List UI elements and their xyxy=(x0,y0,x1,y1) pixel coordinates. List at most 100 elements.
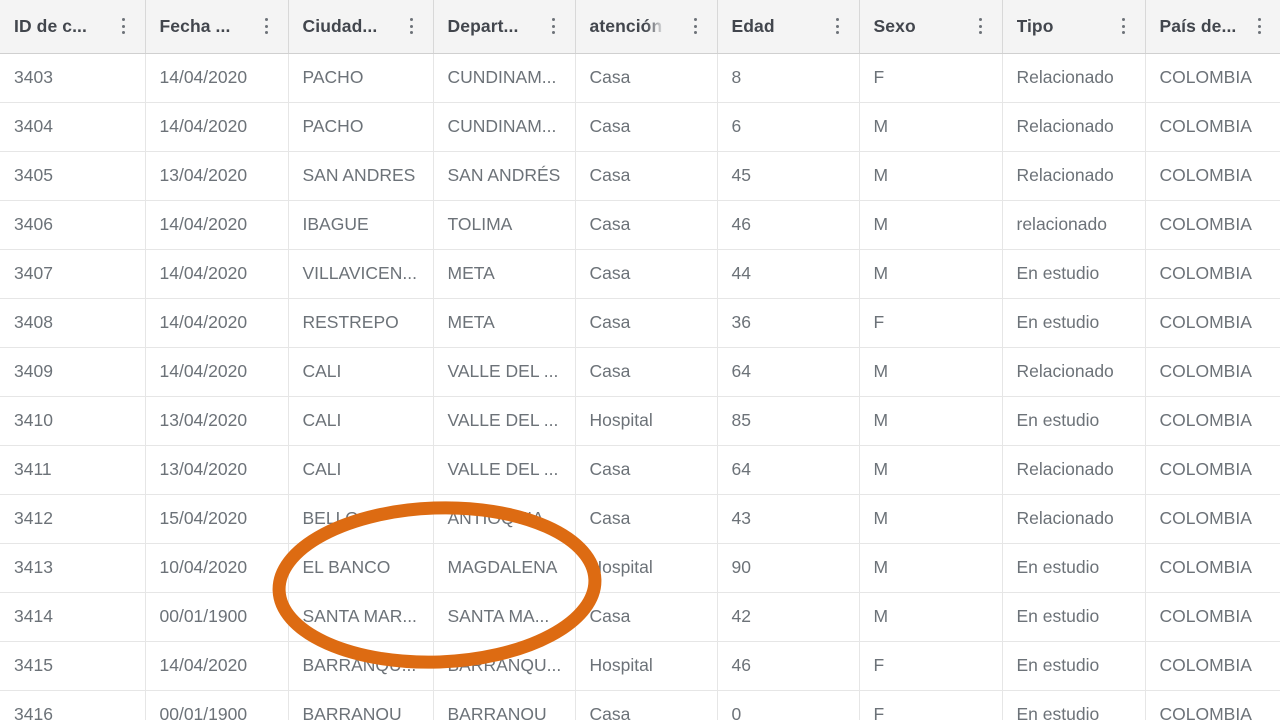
table-row[interactable]: 3409 14/04/2020 CALI VALLE DEL ... Casa 64 M Re… xyxy=(0,347,1280,397)
cell-id-de-caso[interactable]: 3415 xyxy=(0,641,146,691)
cell-edad[interactable]: 43 xyxy=(717,494,860,544)
cell-edad[interactable]: 36 xyxy=(717,298,860,348)
cell-fecha[interactable]: 14/04/2020 xyxy=(145,347,289,397)
cell-atencion[interactable]: Casa xyxy=(575,53,718,103)
cell-id-de-caso[interactable]: 3411 xyxy=(0,445,146,495)
cell-tipo[interactable]: Relacionado xyxy=(1002,53,1146,103)
cell-sexo[interactable]: F xyxy=(859,53,1003,103)
table-row[interactable]: 3403 14/04/2020 PACHO CUNDINAM... Casa 8 F Rela… xyxy=(0,53,1280,103)
cell-pais-de-procedencia[interactable]: COLOMBIA xyxy=(1145,200,1280,250)
cell-departamento[interactable]: VALLE DEL ... xyxy=(433,445,576,495)
cell-id-de-caso[interactable]: 3412 xyxy=(0,494,146,544)
cell-tipo[interactable]: En estudio xyxy=(1002,690,1146,720)
cell-id-de-caso[interactable]: 3403 xyxy=(0,53,146,103)
cell-departamento[interactable]: SANTA MA... xyxy=(433,592,576,642)
cell-tipo[interactable]: En estudio xyxy=(1002,249,1146,299)
cell-departamento[interactable]: MAGDALENA xyxy=(433,543,576,593)
table-row[interactable]: 3407 14/04/2020 VILLAVICEN... META Casa 44 M En… xyxy=(0,249,1280,299)
cell-fecha[interactable]: 13/04/2020 xyxy=(145,396,289,446)
column-edad[interactable]: Edad xyxy=(717,0,860,54)
cell-atencion[interactable]: Casa xyxy=(575,151,718,201)
cell-fecha[interactable]: 00/01/1900 xyxy=(145,690,289,720)
cell-pais-de-procedencia[interactable]: COLOMBIA xyxy=(1145,396,1280,446)
cell-edad[interactable]: 45 xyxy=(717,151,860,201)
cell-edad[interactable]: 8 xyxy=(717,53,860,103)
column-menu-kebab-icon[interactable] xyxy=(1117,17,1131,35)
cell-tipo[interactable]: En estudio xyxy=(1002,641,1146,691)
table-row[interactable]: 3416 00/01/1900 BARRANQU BARRANQU Casa 0 F En e… xyxy=(0,690,1280,720)
cell-sexo[interactable]: M xyxy=(859,249,1003,299)
cell-pais-de-procedencia[interactable]: COLOMBIA xyxy=(1145,494,1280,544)
cell-tipo[interactable]: Relacionado xyxy=(1002,151,1146,201)
column-tipo[interactable]: Tipo xyxy=(1002,0,1146,54)
cell-ciudad[interactable]: PACHO xyxy=(288,102,434,152)
column-sexo[interactable]: Sexo xyxy=(859,0,1003,54)
cell-pais-de-procedencia[interactable]: COLOMBIA xyxy=(1145,445,1280,495)
cell-id-de-caso[interactable]: 3413 xyxy=(0,543,146,593)
cell-atencion[interactable]: Casa xyxy=(575,445,718,495)
cell-sexo[interactable]: M xyxy=(859,102,1003,152)
column-fecha[interactable]: Fecha ... xyxy=(145,0,289,54)
cell-tipo[interactable]: En estudio xyxy=(1002,298,1146,348)
cell-ciudad[interactable]: BELLO xyxy=(288,494,434,544)
cell-tipo[interactable]: Relacionado xyxy=(1002,102,1146,152)
cell-atencion[interactable]: Casa xyxy=(575,592,718,642)
cell-fecha[interactable]: 14/04/2020 xyxy=(145,641,289,691)
cell-tipo[interactable]: Relacionado xyxy=(1002,494,1146,544)
cell-atencion[interactable]: Casa xyxy=(575,347,718,397)
column-atencion[interactable]: atención xyxy=(575,0,718,54)
cell-edad[interactable]: 90 xyxy=(717,543,860,593)
cell-tipo[interactable]: Relacionado xyxy=(1002,347,1146,397)
cell-atencion[interactable]: Casa xyxy=(575,298,718,348)
cell-edad[interactable]: 0 xyxy=(717,690,860,720)
cell-atencion[interactable]: Hospital xyxy=(575,396,718,446)
table-row[interactable]: 3412 15/04/2020 BELLO ANTIOQUIA Casa 43 M Relac… xyxy=(0,494,1280,544)
cell-id-de-caso[interactable]: 3408 xyxy=(0,298,146,348)
cell-sexo[interactable]: M xyxy=(859,151,1003,201)
cell-atencion[interactable]: Hospital xyxy=(575,543,718,593)
cell-ciudad[interactable]: BARRANQU... xyxy=(288,641,434,691)
cell-departamento[interactable]: CUNDINAM... xyxy=(433,102,576,152)
cell-ciudad[interactable]: SAN ANDRES xyxy=(288,151,434,201)
column-menu-kebab-icon[interactable] xyxy=(831,17,845,35)
cell-pais-de-procedencia[interactable]: COLOMBIA xyxy=(1145,151,1280,201)
cell-pais-de-procedencia[interactable]: COLOMBIA xyxy=(1145,543,1280,593)
cell-ciudad[interactable]: CALI xyxy=(288,445,434,495)
cell-ciudad[interactable]: BARRANQU xyxy=(288,690,434,720)
table-row[interactable]: 3411 13/04/2020 CALI VALLE DEL ... Casa 64 M Re… xyxy=(0,445,1280,495)
cell-edad[interactable]: 42 xyxy=(717,592,860,642)
cell-departamento[interactable]: SAN ANDRÉS xyxy=(433,151,576,201)
cell-id-de-caso[interactable]: 3416 xyxy=(0,690,146,720)
column-menu-kebab-icon[interactable] xyxy=(1252,17,1266,35)
cell-edad[interactable]: 44 xyxy=(717,249,860,299)
cell-departamento[interactable]: TOLIMA xyxy=(433,200,576,250)
cell-fecha[interactable]: 14/04/2020 xyxy=(145,249,289,299)
cell-ciudad[interactable]: SANTA MAR... xyxy=(288,592,434,642)
cell-sexo[interactable]: M xyxy=(859,543,1003,593)
cell-id-de-caso[interactable]: 3404 xyxy=(0,102,146,152)
column-menu-kebab-icon[interactable] xyxy=(260,17,274,35)
cell-id-de-caso[interactable]: 3410 xyxy=(0,396,146,446)
cell-fecha[interactable]: 10/04/2020 xyxy=(145,543,289,593)
cell-tipo[interactable]: En estudio xyxy=(1002,592,1146,642)
cell-tipo[interactable]: En estudio xyxy=(1002,543,1146,593)
cell-departamento[interactable]: VALLE DEL ... xyxy=(433,347,576,397)
cell-pais-de-procedencia[interactable]: COLOMBIA xyxy=(1145,641,1280,691)
cell-ciudad[interactable]: CALI xyxy=(288,347,434,397)
cell-id-de-caso[interactable]: 3409 xyxy=(0,347,146,397)
table-row[interactable]: 3415 14/04/2020 BARRANQU... BARRANQU... Hosp… xyxy=(0,641,1280,691)
cell-sexo[interactable]: M xyxy=(859,445,1003,495)
table-row[interactable]: 3410 13/04/2020 CALI VALLE DEL ... Hospital 8… xyxy=(0,396,1280,446)
table-row[interactable]: 3405 13/04/2020 SAN ANDRES SAN ANDRÉS Casa 45… xyxy=(0,151,1280,201)
cell-sexo[interactable]: M xyxy=(859,494,1003,544)
cell-sexo[interactable]: M xyxy=(859,200,1003,250)
cell-atencion[interactable]: Casa xyxy=(575,249,718,299)
cell-tipo[interactable]: En estudio xyxy=(1002,396,1146,446)
table-row[interactable]: 3413 10/04/2020 EL BANCO MAGDALENA Hospital 9… xyxy=(0,543,1280,593)
cell-pais-de-procedencia[interactable]: COLOMBIA xyxy=(1145,347,1280,397)
column-id-de-caso[interactable]: ID de c... xyxy=(0,0,146,54)
column-departamento[interactable]: Depart... xyxy=(433,0,576,54)
cell-id-de-caso[interactable]: 3414 xyxy=(0,592,146,642)
cell-fecha[interactable]: 14/04/2020 xyxy=(145,53,289,103)
cell-edad[interactable]: 64 xyxy=(717,445,860,495)
